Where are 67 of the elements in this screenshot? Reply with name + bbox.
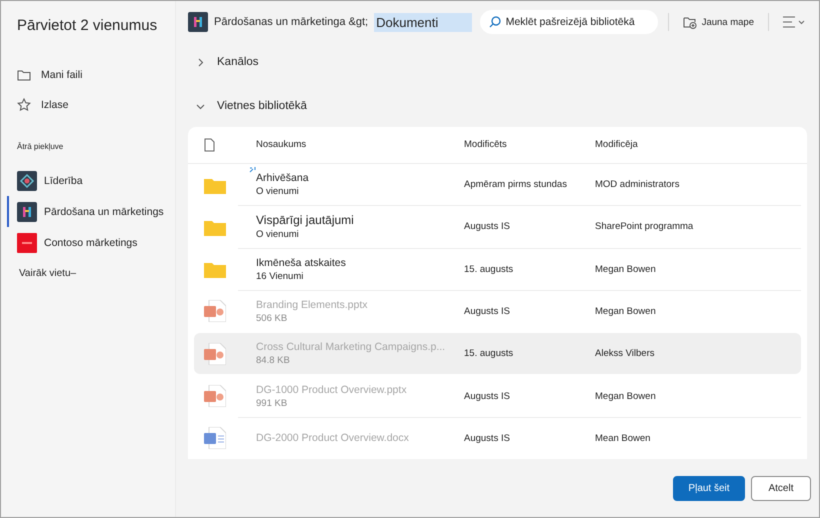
cancel-button[interactable]: Atcelt — [751, 476, 811, 500]
new-item-icon — [249, 166, 256, 174]
table-cell-text: Apmēram pirms stundas — [464, 179, 568, 190]
table-cell-text: Augusts IS — [464, 390, 511, 402]
star-icon — [17, 98, 31, 112]
file-meta: 84.8 KB — [256, 355, 291, 366]
site-item[interactable]: Līderība — [7, 165, 175, 196]
file-meta: 991 KB — [256, 398, 288, 409]
table-cell-text: Augusts IS — [464, 432, 511, 444]
more-places-link[interactable]: Vairāk vietu– — [1, 268, 175, 279]
file-meta: 506 KB — [256, 312, 288, 324]
table-cell-text: 15. augusts — [464, 264, 514, 275]
breadcrumb-link[interactable]: Pārdošanas un mārketinga &gt; — [214, 16, 368, 28]
column-header[interactable]: Nosaukums — [256, 139, 464, 150]
file-meta: O vienumi — [256, 186, 300, 198]
site-logo-icon — [188, 12, 208, 32]
column-header[interactable]: Modificēja — [595, 139, 807, 150]
chevron-right-icon — [196, 58, 205, 66]
folder-plus-icon — [682, 16, 697, 28]
powerpoint-file-icon — [204, 300, 226, 322]
word-file-icon — [204, 427, 226, 450]
file-name: Branding Elements.pptx — [256, 298, 368, 311]
table-cell-text: Megan Bowen — [595, 264, 657, 275]
file-name: DG-2000 Product Overview.docx — [256, 432, 410, 444]
move-here-button[interactable]: Pļaut šeit — [673, 476, 745, 500]
table-cell-text: Augusts IS — [464, 306, 511, 317]
file-meta: O vienumi — [256, 229, 300, 240]
section-heading: Ātrā piekļuve — [16, 142, 64, 151]
powerpoint-file-icon — [204, 342, 226, 365]
table-cell-text: MOD administrators — [595, 179, 680, 190]
site-logo-icon — [17, 232, 37, 252]
file-name: Vispārīgi jautājumi — [256, 213, 355, 228]
section-toggle[interactable]: Vietnes bibliotēkā — [176, 91, 819, 121]
file-name: Ikmēneša atskaites — [256, 256, 347, 269]
site-item[interactable]: Contoso mārketings — [7, 227, 175, 258]
file-meta: 16 Vienumi — [256, 270, 304, 282]
table-cell-text: Mean Bowen — [595, 432, 652, 444]
table-cell-text: Megan Bowen — [595, 306, 657, 317]
file-row[interactable]: Ikmēneša atskaites 16 Vienumi 15. augusts Megan Bowen — [194, 248, 801, 290]
site-logo-icon — [17, 202, 37, 222]
file-name: Arhivēšana — [256, 172, 310, 184]
site-logo-icon — [17, 170, 37, 190]
file-row[interactable]: Arhivēšana O vienumi Apmēram pirms stundas MOD administrators — [194, 164, 801, 206]
file-row[interactable]: Vispārīgi jautājumi O vienumi Augusts IS SharePoint programma — [194, 206, 801, 248]
folder-icon — [17, 68, 31, 82]
nav-item[interactable]: Mani faili — [1, 60, 175, 90]
file-icon — [204, 138, 215, 152]
table-cell-text: SharePoint programma — [595, 221, 694, 232]
file-name: DG-1000 Product Overview.pptx — [256, 384, 408, 396]
table-cell-text: 15. augusts — [464, 348, 514, 360]
table-cell-text: Augusts IS — [464, 221, 511, 232]
search-icon — [488, 16, 501, 28]
file-name: Cross Cultural Marketing Campaigns.p... — [256, 341, 446, 354]
chevron-down-icon — [196, 102, 205, 110]
column-header[interactable]: Modificēts — [464, 139, 595, 150]
new-folder-button[interactable]: Jauna mape — [678, 14, 758, 30]
nav-item[interactable]: Izlase — [1, 90, 175, 120]
section-toggle[interactable]: Kanālos — [176, 47, 819, 77]
site-item[interactable]: Pārdošana un mārketings — [7, 196, 175, 227]
search-field[interactable]: Meklēt pašreizējā bibliotēkā — [480, 10, 658, 34]
table-cell-text: Megan Bowen — [595, 390, 657, 402]
dialog-title: Pārvietot 2 vienumus — [16, 17, 158, 34]
table-cell-text: Alekss Vilbers — [595, 348, 656, 360]
lines-icon — [783, 16, 805, 28]
breadcrumb-current[interactable]: Dokumenti — [374, 12, 472, 32]
folder-icon — [204, 260, 226, 278]
powerpoint-file-icon — [204, 385, 226, 408]
